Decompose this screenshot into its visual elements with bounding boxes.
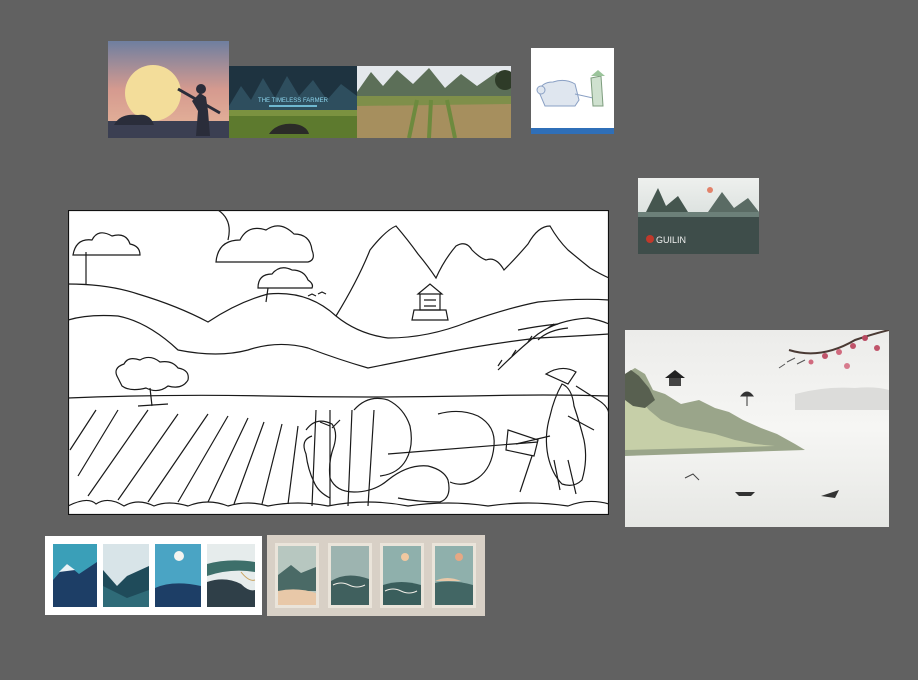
rice-field-photo-image[interactable]	[357, 66, 511, 138]
guilin-poster-image[interactable]: GUILIN	[638, 178, 759, 254]
teal-posters-image[interactable]	[45, 536, 262, 615]
misty-landscape-image[interactable]	[625, 330, 889, 527]
karst-poster-caption: THE TIMELESS FARMER	[258, 98, 329, 104]
karst-poster-image[interactable]: THE TIMELESS FARMER	[229, 66, 357, 138]
sunset-farmer-image[interactable]	[108, 41, 229, 138]
guilin-caption: GUILIN	[656, 235, 686, 245]
main-line-drawing-image[interactable]	[68, 210, 609, 515]
sea-posters-image[interactable]	[267, 535, 485, 616]
ox-plow-sketch-image[interactable]	[531, 48, 614, 134]
